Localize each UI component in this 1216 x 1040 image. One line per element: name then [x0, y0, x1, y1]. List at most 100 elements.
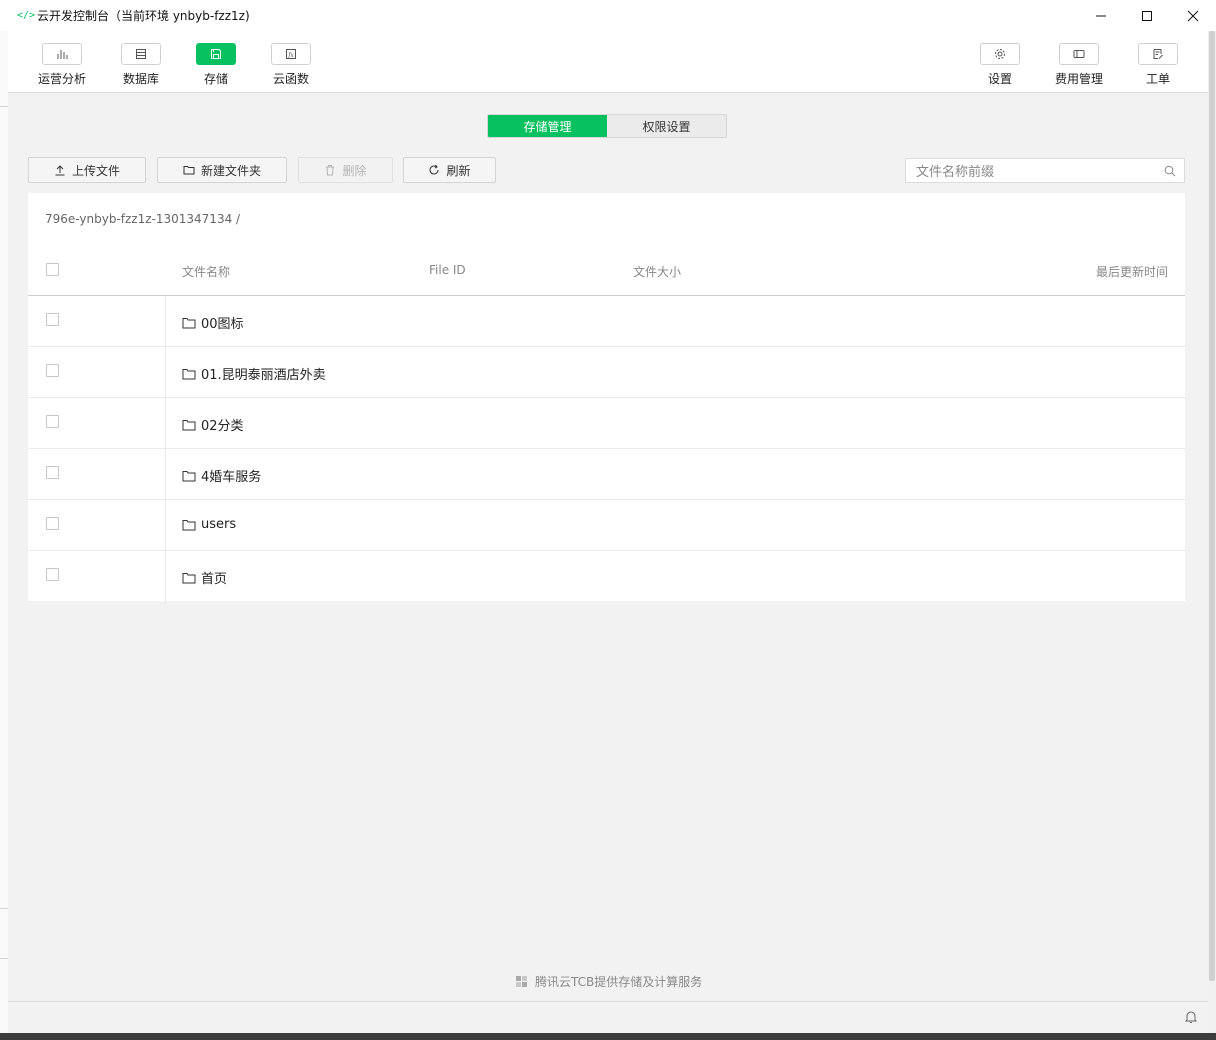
- folder-entry[interactable]: 首页: [182, 568, 227, 587]
- folder-name: 00图标: [201, 317, 244, 332]
- table-header: 文件名称 File ID 文件大小 最后更新时间: [28, 249, 1185, 296]
- status-bar: [8, 1001, 1208, 1033]
- search-input[interactable]: 文件名称前缀: [916, 161, 1164, 180]
- minimize-button[interactable]: [1078, 0, 1124, 31]
- folder-name: 首页: [201, 572, 228, 587]
- tool-cloud-function[interactable]: fx 云函数: [261, 43, 321, 87]
- tool-icon-box: [121, 43, 161, 65]
- new-folder-button[interactable]: 新建文件夹: [157, 157, 287, 183]
- minimize-icon: [1096, 15, 1106, 16]
- tool-database[interactable]: 数据库: [111, 43, 171, 87]
- folder-name: 01.昆明泰丽酒店外卖: [201, 368, 326, 383]
- row-checkbox[interactable]: [46, 313, 59, 326]
- tool-icon-box: [1138, 43, 1178, 65]
- tool-label: 数据库: [122, 72, 159, 86]
- tool-icon-box: [1059, 43, 1099, 65]
- refresh-label: 刷新: [446, 163, 471, 178]
- refresh-button[interactable]: 刷新: [403, 157, 496, 183]
- upload-file-button[interactable]: 上传文件: [28, 157, 146, 183]
- delete-label: 删除: [342, 163, 367, 178]
- folder-entry[interactable]: 01.昆明泰丽酒店外卖: [182, 364, 326, 383]
- column-header-updated[interactable]: 最后更新时间: [1096, 263, 1168, 280]
- table-row[interactable]: 00图标: [28, 296, 1185, 347]
- storage-tabs: 存储管理 权限设置: [487, 114, 727, 138]
- delete-button[interactable]: 删除: [298, 157, 393, 183]
- file-prefix-search[interactable]: 文件名称前缀: [905, 158, 1185, 183]
- close-icon: [1187, 10, 1199, 21]
- table-row[interactable]: users: [28, 500, 1185, 551]
- title-bar: </> 云开发控制台（当前环境 ynbyb-fzz1z): [0, 0, 1216, 31]
- left-window-edge: [0, 31, 8, 1033]
- table-row[interactable]: 01.昆明泰丽酒店外卖: [28, 347, 1185, 398]
- svg-text:fx: fx: [287, 52, 294, 59]
- tool-icon-box: [196, 43, 236, 65]
- trash-icon: [326, 165, 335, 176]
- folder-plus-icon: [183, 166, 195, 175]
- folder-icon: [182, 519, 196, 530]
- ticket-icon: [1153, 49, 1163, 59]
- table-body: 00图标 01.昆明泰丽酒店外卖 02分类 4婚车服务 users 首页: [28, 296, 1185, 602]
- folder-icon: [182, 317, 196, 328]
- folder-entry[interactable]: 02分类: [182, 415, 244, 434]
- file-table-card: 796e-ynbyb-fzz1z-1301347134 / 文件名称 File …: [28, 193, 1185, 602]
- function-icon: fx: [286, 49, 296, 59]
- scrollbar-thumb[interactable]: [1209, 31, 1215, 981]
- breadcrumb[interactable]: 796e-ynbyb-fzz1z-1301347134 /: [45, 212, 240, 226]
- folder-icon: [182, 572, 196, 583]
- column-header-file-id[interactable]: File ID: [429, 263, 466, 277]
- row-checkbox[interactable]: [46, 466, 59, 479]
- table-row[interactable]: 02分类: [28, 398, 1185, 449]
- folder-icon: [182, 368, 196, 379]
- app-logo-icon: </>: [17, 9, 36, 21]
- console-content: 运营分析 数据库 存储 fx 云函数 设置 费用管理 工单 存储管理 权限设置 …: [8, 31, 1208, 1033]
- gear-icon: [995, 49, 1005, 59]
- tool-icon-box: fx: [271, 43, 311, 65]
- folder-icon: [182, 470, 196, 481]
- row-checkbox[interactable]: [46, 568, 59, 581]
- bell-icon[interactable]: [1184, 1010, 1198, 1024]
- folder-entry[interactable]: 4婚车服务: [182, 466, 261, 485]
- tab-permission-settings[interactable]: 权限设置: [607, 115, 726, 137]
- upload-icon: [55, 165, 65, 176]
- folder-name: users: [201, 517, 237, 532]
- new-folder-label: 新建文件夹: [200, 163, 261, 178]
- tool-billing[interactable]: 费用管理: [1049, 43, 1109, 87]
- app-window: </> 云开发控制台（当前环境 ynbyb-fzz1z) 运营分析 数据库 存储…: [0, 0, 1216, 1040]
- folder-name: 02分类: [201, 419, 244, 434]
- maximize-button[interactable]: [1124, 0, 1170, 31]
- vertical-scrollbar[interactable]: [1208, 31, 1216, 1033]
- table-row[interactable]: 4婚车服务: [28, 449, 1185, 500]
- bar-chart-icon: [57, 50, 68, 59]
- row-checkbox[interactable]: [46, 517, 59, 530]
- table-row[interactable]: 首页: [28, 551, 1185, 602]
- search-icon[interactable]: [1164, 165, 1176, 177]
- tab-storage-management[interactable]: 存储管理: [488, 115, 607, 137]
- folder-name: 4婚车服务: [201, 470, 262, 485]
- tool-settings[interactable]: 设置: [970, 43, 1030, 87]
- select-all-checkbox[interactable]: [46, 263, 59, 276]
- refresh-icon: [430, 164, 439, 175]
- top-toolbar: 运营分析 数据库 存储 fx 云函数 设置 费用管理 工单: [8, 31, 1208, 93]
- tool-icon-box: [42, 43, 82, 65]
- window-title: 云开发控制台（当前环境 ynbyb-fzz1z): [37, 9, 250, 23]
- taskbar-edge: [0, 1033, 1216, 1040]
- database-icon: [136, 49, 146, 59]
- billing-icon: [1073, 50, 1085, 58]
- column-header-size[interactable]: 文件大小: [633, 263, 681, 280]
- column-header-name[interactable]: 文件名称: [182, 263, 230, 280]
- row-checkbox[interactable]: [46, 415, 59, 428]
- provider-note-text: 腾讯云TCB提供存储及计算服务: [535, 975, 703, 989]
- tool-storage[interactable]: 存储: [186, 43, 246, 87]
- tool-icon-box: [980, 43, 1020, 65]
- tool-ticket[interactable]: 工单: [1128, 43, 1188, 87]
- folder-icon: [182, 419, 196, 430]
- tool-label: 设置: [987, 72, 1012, 86]
- folder-entry[interactable]: 00图标: [182, 313, 244, 332]
- upload-file-label: 上传文件: [71, 163, 120, 178]
- tencent-cloud-icon: [516, 975, 527, 987]
- tool-label: 存储: [203, 72, 228, 86]
- row-checkbox[interactable]: [46, 364, 59, 377]
- folder-entry[interactable]: users: [182, 517, 236, 532]
- close-button[interactable]: [1170, 0, 1216, 31]
- tool-operations-analysis[interactable]: 运营分析: [32, 43, 92, 87]
